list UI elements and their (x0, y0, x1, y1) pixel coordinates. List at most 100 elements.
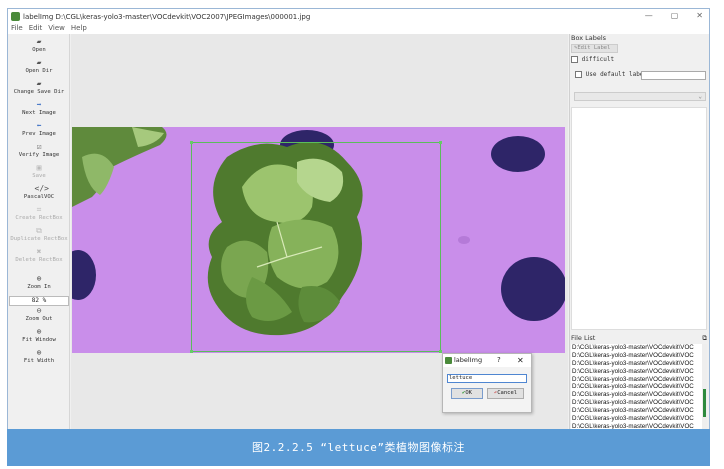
zoom-out-label: Zoom Out (25, 316, 53, 322)
zoom-value-field[interactable]: 82 % (9, 296, 69, 306)
checkbox-icon (575, 71, 582, 78)
fit-width-label: Fit Width (23, 358, 55, 364)
save-label: Save (32, 173, 46, 179)
checkbox-icon (571, 56, 578, 63)
figure-caption: 图2.2.2.5 “lettuce”类植物图像标注 (7, 429, 710, 466)
bounding-box[interactable] (190, 141, 442, 353)
dialog-help-button[interactable]: ? (497, 354, 501, 367)
next-image-button[interactable]: ➡ Next Image (8, 100, 70, 117)
scrollbar-thumb[interactable] (703, 389, 706, 417)
undock-icon[interactable]: ⧉ (702, 334, 707, 343)
zoom-in-button[interactable]: ⊕ Zoom In (8, 274, 70, 291)
delete-rectbox-button[interactable]: ✖ Delete RectBox (8, 248, 70, 264)
menu-edit[interactable]: Edit (29, 24, 43, 34)
list-item[interactable]: D:\CGL\keras-yolo3-master\VOCdevkit\VOC (571, 344, 699, 352)
bbox-handle[interactable] (190, 141, 193, 144)
menu-help[interactable]: Help (71, 24, 87, 34)
next-image-label: Next Image (22, 110, 56, 116)
delete-rectbox-label: Delete RectBox (15, 257, 63, 263)
change-save-dir-button[interactable]: ▰ Change Save Dir (8, 79, 70, 96)
bbox-handle[interactable] (190, 350, 193, 353)
zoom-out-button[interactable]: ⊖ Zoom Out (8, 306, 70, 323)
format-button[interactable]: </> PascalVOC (8, 184, 70, 201)
fit-width-button[interactable]: ⊕ Fit Width (8, 348, 70, 365)
menu-file[interactable]: File (11, 24, 23, 34)
checkbox-icon: ☑ (36, 142, 42, 151)
verify-image-button[interactable]: ☑ Verify Image (8, 142, 70, 159)
arrow-right-icon: ➡ (36, 100, 42, 109)
list-item[interactable]: D:\CGL\keras-yolo3-master\VOCdevkit\VOC (571, 407, 699, 415)
default-label-input[interactable] (641, 71, 706, 80)
change-save-dir-label: Change Save Dir (13, 89, 65, 95)
code-icon: </> (34, 184, 49, 193)
open-label: Open (32, 47, 46, 53)
title-bar: labelImg D:\CGL\keras-yolo3-master\VOCde… (8, 9, 709, 24)
labelimg-app-icon (445, 357, 452, 364)
left-toolbar: ▰ Open ▰ Open Dir ▰ Change Save Dir ➡ Next I… (8, 34, 70, 434)
fit-width-icon: ⊕ (36, 348, 42, 357)
difficult-checkbox[interactable]: difficult (571, 56, 614, 63)
menu-bar: File Edit View Help (8, 24, 709, 34)
dialog-title-bar: labelImg ? ✕ (443, 354, 531, 367)
list-item[interactable]: D:\CGL\keras-yolo3-master\VOCdevkit\VOC (571, 368, 699, 376)
cancel-label: Cancel (497, 390, 518, 396)
fit-window-label: Fit Window (22, 337, 56, 343)
file-list-scrollbar[interactable] (702, 344, 707, 434)
file-list-title: File List ⧉ (571, 334, 709, 343)
edit-label-button[interactable]: ✎Edit Label (571, 44, 618, 53)
right-dock: Box Labels ✎Edit Label difficult Use def… (569, 34, 709, 434)
label-input[interactable]: lettuce (447, 374, 527, 383)
format-label: PascalVOC (23, 194, 55, 200)
list-item[interactable]: D:\CGL\keras-yolo3-master\VOCdevkit\VOC (571, 391, 699, 399)
prev-image-label: Prev Image (22, 131, 56, 137)
file-list[interactable]: D:\CGL\keras-yolo3-master\VOCdevkit\VOC … (571, 344, 707, 434)
open-dir-label: Open Dir (25, 68, 53, 74)
list-item[interactable]: D:\CGL\keras-yolo3-master\VOCdevkit\VOC (571, 376, 699, 384)
zoom-out-icon: ⊖ (36, 306, 42, 315)
zoom-in-label: Zoom In (27, 284, 51, 290)
fit-window-button[interactable]: ⊕ Fit Window (8, 327, 70, 344)
labelimg-app-icon (11, 12, 20, 21)
save-button[interactable]: ▣ Save (8, 163, 70, 180)
minimize-button[interactable]: — (645, 11, 653, 20)
create-box-icon: ⌗ (36, 205, 42, 214)
prev-image-button[interactable]: ⬅ Prev Image (8, 121, 70, 138)
use-default-label-text: Use default label (585, 71, 648, 78)
dialog-title: labelImg (454, 356, 483, 364)
verify-image-label: Verify Image (18, 152, 60, 158)
open-file-icon: ▰ (36, 37, 42, 46)
dialog-close-button[interactable]: ✕ (517, 354, 524, 367)
create-rectbox-label: Create RectBox (15, 215, 63, 221)
list-item[interactable]: D:\CGL\keras-yolo3-master\VOCdevkit\VOC (571, 383, 699, 391)
maximize-button[interactable]: ▢ (671, 11, 679, 20)
list-item[interactable]: D:\CGL\keras-yolo3-master\VOCdevkit\VOC (571, 399, 699, 407)
difficult-label: difficult (581, 56, 615, 63)
open-button[interactable]: ▰ Open (8, 37, 70, 54)
close-window-button[interactable]: ✕ (696, 11, 703, 20)
label-combobox[interactable]: ⌄ (574, 92, 706, 101)
cancel-button[interactable]: ↶Cancel (487, 388, 524, 399)
save-dir-icon: ▰ (36, 79, 42, 88)
bbox-handle[interactable] (439, 141, 442, 144)
save-icon: ▣ (36, 163, 42, 172)
list-item[interactable]: D:\CGL\keras-yolo3-master\VOCdevkit\VOC (571, 360, 699, 368)
use-default-label-checkbox[interactable]: Use default label (575, 71, 647, 78)
folder-icon: ▰ (36, 58, 42, 67)
list-item[interactable]: D:\CGL\keras-yolo3-master\VOCdevkit\VOC (571, 415, 699, 423)
label-dialog: labelImg ? ✕ lettuce ✔OK ↶Cancel (442, 353, 532, 413)
zoom-in-icon: ⊕ (36, 274, 42, 283)
open-dir-button[interactable]: ▰ Open Dir (8, 58, 70, 75)
ok-button[interactable]: ✔OK (451, 388, 483, 399)
chevron-down-icon: ⌄ (698, 93, 702, 100)
window-controls: — ▢ ✕ (645, 11, 703, 20)
label-list[interactable] (571, 107, 707, 330)
fit-window-icon: ⊕ (36, 327, 42, 336)
list-item[interactable]: D:\CGL\keras-yolo3-master\VOCdevkit\VOC (571, 352, 699, 360)
menu-view[interactable]: View (48, 24, 65, 34)
duplicate-rectbox-label: Duplicate RectBox (10, 236, 68, 242)
create-rectbox-button[interactable]: ⌗ Create RectBox (8, 205, 70, 222)
duplicate-rectbox-button[interactable]: ⧉ Duplicate RectBox (8, 227, 70, 243)
lettuce-photo (72, 127, 565, 353)
arrow-left-icon: ⬅ (36, 121, 42, 130)
edit-label-text: Edit Label (577, 45, 611, 51)
